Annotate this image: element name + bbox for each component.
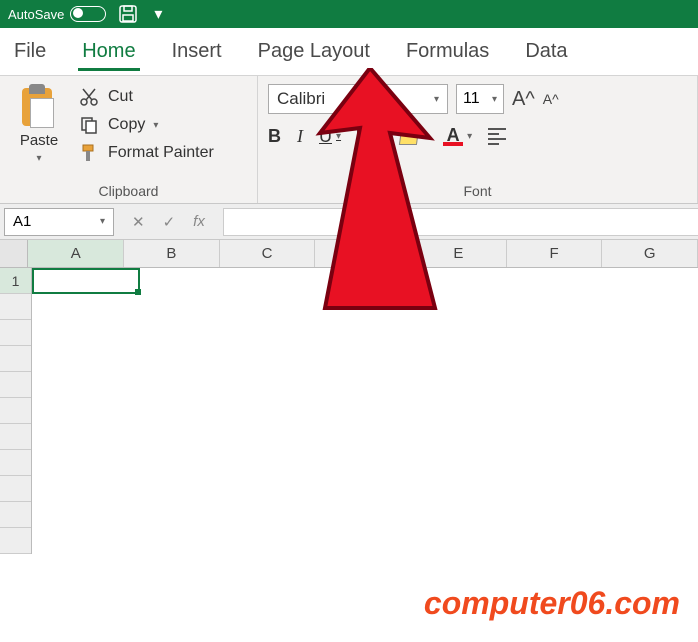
name-box-value: A1 [13, 213, 31, 230]
chevron-down-icon: ▾ [336, 131, 341, 142]
selected-cell[interactable] [32, 268, 140, 294]
fill-icon [399, 129, 419, 145]
row-header[interactable] [0, 450, 31, 476]
row-header[interactable]: 1 [0, 268, 31, 294]
row-header[interactable] [0, 528, 31, 554]
paintbrush-icon [78, 142, 100, 164]
save-icon[interactable] [118, 4, 138, 24]
autosave-toggle[interactable]: AutoSave [8, 6, 106, 22]
font-name-select[interactable]: Calibri ▾ [268, 84, 448, 114]
underline-button[interactable]: U▾ [319, 126, 341, 147]
format-painter-button[interactable]: Format Painter [78, 142, 214, 164]
copy-icon [78, 114, 100, 136]
cell-area[interactable] [32, 268, 698, 554]
bold-button[interactable]: B [268, 126, 281, 147]
column-header[interactable]: A [28, 240, 124, 267]
ribbon-tabs: File Home Insert Page Layout Formulas Da… [0, 28, 698, 76]
column-header[interactable]: G [602, 240, 698, 267]
row-header[interactable] [0, 294, 31, 320]
copy-button[interactable]: Copy ▾ [78, 114, 214, 136]
paste-label: Paste [20, 132, 58, 149]
select-all-corner[interactable] [0, 240, 28, 267]
tab-data[interactable]: Data [521, 32, 571, 71]
chevron-down-icon: ▾ [36, 153, 41, 164]
chevron-down-icon: ▾ [434, 94, 439, 105]
borders-button[interactable]: ▾ [357, 128, 384, 146]
enter-icon[interactable]: ✓ [163, 213, 176, 231]
borders-icon [357, 128, 375, 146]
row-header[interactable] [0, 476, 31, 502]
increase-font-button[interactable]: A^ [512, 88, 535, 111]
row-header[interactable] [0, 502, 31, 528]
row-header[interactable] [0, 398, 31, 424]
format-painter-label: Format Painter [108, 144, 214, 162]
align-icon [488, 128, 506, 145]
row-header[interactable] [0, 346, 31, 372]
chevron-down-icon: ▾ [100, 216, 105, 227]
fill-color-button[interactable]: ▾ [400, 129, 427, 145]
chevron-down-icon: ▾ [422, 131, 427, 142]
column-header[interactable]: D [315, 240, 411, 267]
font-size-value: 11 [463, 90, 480, 108]
cancel-icon[interactable]: ✕ [132, 213, 145, 231]
column-header[interactable]: C [220, 240, 316, 267]
column-header[interactable]: F [507, 240, 603, 267]
chevron-down-icon: ▾ [492, 94, 497, 105]
font-name-value: Calibri [277, 89, 325, 109]
chevron-down-icon: ▾ [153, 120, 158, 131]
tab-page-layout[interactable]: Page Layout [254, 32, 374, 71]
row-header[interactable] [0, 424, 31, 450]
cut-label: Cut [108, 88, 133, 106]
spreadsheet-grid: A B C D E F G 1 [0, 240, 698, 554]
decrease-font-button[interactable]: A^ [543, 91, 559, 107]
fx-icon[interactable]: fx [193, 213, 205, 230]
formula-input[interactable] [223, 208, 698, 236]
align-button[interactable] [488, 128, 506, 145]
decrease-font-icon: A^ [543, 91, 559, 107]
scissors-icon [78, 86, 100, 108]
font-group: Calibri ▾ 11 ▾ A^ A^ B I U▾ ▾ ▾ A▾ Font [258, 76, 698, 203]
column-header[interactable]: B [124, 240, 220, 267]
chevron-down-icon: ▾ [467, 131, 472, 142]
row-header[interactable] [0, 372, 31, 398]
formula-bar: A1 ▾ ✕ ✓ fx [0, 204, 698, 240]
font-color-icon: A [443, 128, 463, 146]
row-header[interactable] [0, 320, 31, 346]
autosave-label: AutoSave [8, 7, 64, 22]
watermark: computer06.com [424, 585, 680, 622]
column-headers: A B C D E F G [0, 240, 698, 268]
ribbon: Paste ▾ Cut Copy ▾ [0, 76, 698, 204]
quick-access-toolbar: ▾ [118, 4, 162, 24]
toggle-off-icon [70, 6, 106, 22]
paste-icon [20, 84, 58, 128]
row-headers: 1 [0, 268, 32, 554]
column-header[interactable]: E [411, 240, 507, 267]
tab-insert[interactable]: Insert [168, 32, 226, 71]
paste-button[interactable]: Paste ▾ [10, 84, 68, 164]
name-box[interactable]: A1 ▾ [4, 208, 114, 236]
font-group-label: Font [268, 179, 687, 201]
clipboard-group-label: Clipboard [10, 179, 247, 201]
font-color-button[interactable]: A▾ [443, 128, 472, 146]
chevron-down-icon[interactable]: ▾ [154, 4, 162, 24]
italic-button[interactable]: I [297, 126, 303, 147]
chevron-down-icon: ▾ [379, 131, 384, 142]
tab-home[interactable]: Home [78, 32, 139, 71]
increase-font-icon: A^ [512, 88, 535, 111]
font-size-select[interactable]: 11 ▾ [456, 84, 504, 114]
title-bar: AutoSave ▾ [0, 0, 698, 28]
clipboard-group: Paste ▾ Cut Copy ▾ [0, 76, 258, 203]
tab-formulas[interactable]: Formulas [402, 32, 493, 71]
copy-label: Copy [108, 116, 145, 134]
tab-file[interactable]: File [10, 32, 50, 71]
cut-button[interactable]: Cut [78, 86, 214, 108]
